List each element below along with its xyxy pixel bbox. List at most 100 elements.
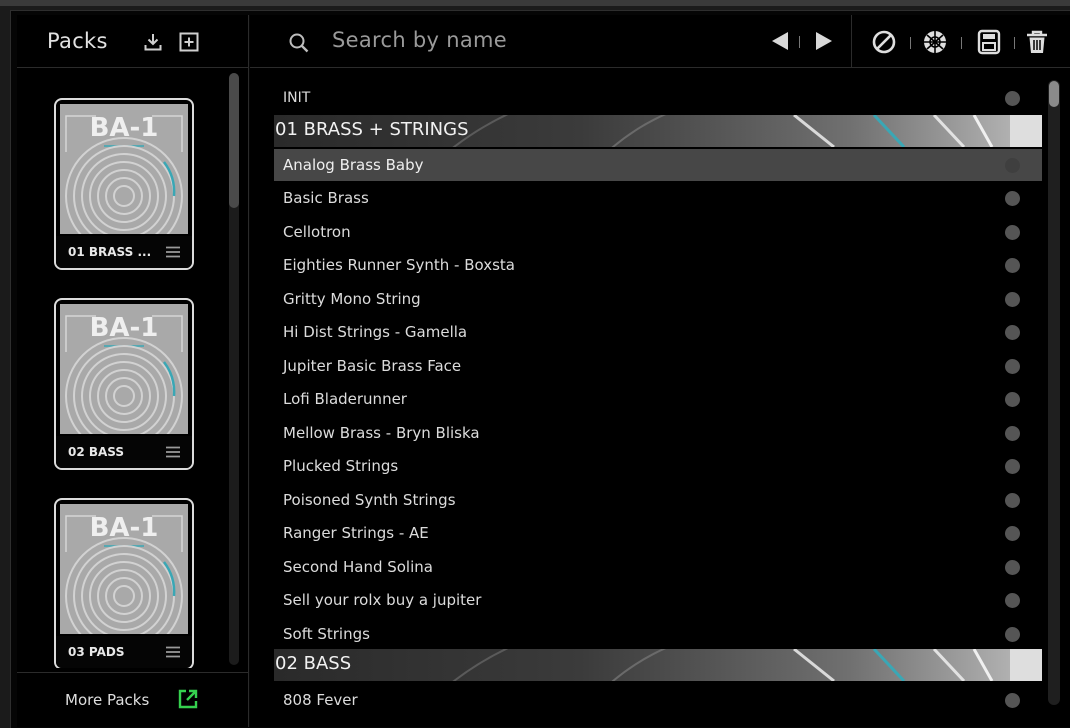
favorite-dot-icon[interactable] — [1005, 693, 1020, 708]
bank-name: 01 BRASS + STRINGS — [275, 119, 469, 140]
packs-header: Packs — [17, 15, 248, 68]
pack-footer: 03 PADS — [56, 636, 192, 668]
download-icon[interactable] — [142, 31, 164, 53]
pack-footer: 01 BRASS ... — [56, 236, 192, 268]
favorite-dot-icon[interactable] — [1005, 627, 1020, 642]
packs-title: Packs — [47, 29, 108, 53]
pack-name: 02 BASS — [68, 445, 125, 459]
preset-row[interactable]: Cellotron — [274, 216, 1042, 248]
preset-row[interactable]: Poisoned Synth Strings — [274, 484, 1042, 516]
preset-row[interactable]: Plucked Strings — [274, 450, 1042, 482]
prev-icon[interactable] — [769, 30, 791, 52]
preset-row[interactable]: Second Hand Solina — [274, 551, 1042, 583]
preset-name: Sell your rolx buy a jupiter — [283, 591, 482, 609]
favorite-dot-icon[interactable] — [1005, 225, 1020, 240]
preset-name: Analog Brass Baby — [283, 156, 424, 174]
toolbar-separator — [1014, 37, 1015, 49]
menu-icon[interactable] — [166, 646, 180, 658]
search-icon — [289, 33, 309, 53]
preset-name: Lofi Bladerunner — [283, 390, 407, 408]
preset-name: Gritty Mono String — [283, 290, 421, 308]
pack-card[interactable]: BA-1 02 BASS — [54, 298, 194, 470]
packs-footer: More Packs — [17, 672, 248, 728]
favorite-dot-icon[interactable] — [1005, 560, 1020, 575]
favorite-dot-icon[interactable] — [1005, 258, 1020, 273]
preset-name: Second Hand Solina — [283, 558, 433, 576]
window-top-strip — [0, 0, 1070, 6]
preset-name: Basic Brass — [283, 189, 369, 207]
preset-row[interactable]: Gritty Mono String — [274, 283, 1042, 315]
preset-row[interactable]: Ranger Strings - AE — [274, 517, 1042, 549]
next-icon[interactable] — [813, 30, 835, 52]
toolbar-separator — [799, 36, 800, 48]
menu-icon[interactable] — [166, 246, 180, 258]
bank-header[interactable]: 01 BRASS + STRINGS — [274, 115, 1042, 147]
toolbar-separator — [910, 37, 911, 49]
presets-scrollbar-thumb[interactable] — [1049, 81, 1059, 107]
favorite-dot-icon[interactable] — [1005, 91, 1020, 106]
favorite-dot-icon[interactable] — [1005, 459, 1020, 474]
favorite-dot-icon[interactable] — [1005, 158, 1020, 173]
preset-name: Soft Strings — [283, 625, 370, 643]
pack-artwork: BA-1 — [60, 104, 188, 234]
preset-row[interactable]: 808 Fever — [274, 684, 1042, 716]
pack-name: 03 PADS — [68, 645, 125, 659]
plus-box-icon[interactable] — [178, 31, 200, 53]
preset-row[interactable]: Basic Brass — [274, 182, 1042, 214]
bank-banner-art — [452, 649, 1042, 681]
pack-name: 01 BRASS ... — [68, 245, 152, 259]
favorite-dot-icon[interactable] — [1005, 426, 1020, 441]
bank-name: 02 BASS — [275, 653, 352, 674]
favorite-dot-icon[interactable] — [1005, 526, 1020, 541]
favorite-dot-icon[interactable] — [1005, 493, 1020, 508]
preset-name: Jupiter Basic Brass Face — [283, 357, 462, 375]
preset-row[interactable]: Lofi Bladerunner — [274, 383, 1042, 415]
preset-init[interactable]: INIT — [274, 82, 1042, 114]
preset-row[interactable]: Jupiter Basic Brass Face — [274, 350, 1042, 382]
pack-footer: 02 BASS — [56, 436, 192, 468]
preset-row[interactable]: Eighties Runner Synth - Boxsta — [274, 249, 1042, 281]
menu-icon[interactable] — [166, 446, 180, 458]
save-icon[interactable] — [976, 29, 1002, 55]
preset-name: Plucked Strings — [283, 457, 399, 475]
pack-card[interactable]: BA-1 01 BRASS ... — [54, 98, 194, 270]
favorite-dot-icon[interactable] — [1005, 392, 1020, 407]
pack-artwork: BA-1 — [60, 504, 188, 634]
packs-panel: Packs BA-1 01 BRASS ... BA-1 02 BASS BA-… — [17, 15, 249, 727]
preset-row[interactable]: Hi Dist Strings - Gamella — [274, 316, 1042, 348]
presets-toolbar — [250, 15, 1070, 68]
randomize-icon[interactable] — [922, 29, 948, 55]
search-input[interactable] — [332, 24, 732, 56]
favorite-dot-icon[interactable] — [1005, 359, 1020, 374]
packs-scrollbar-thumb[interactable] — [229, 73, 239, 208]
presets-panel: INIT 01 BRASS + STRINGS Analog Brass Bab… — [250, 15, 1070, 727]
presets-list: INIT 01 BRASS + STRINGS Analog Brass Bab… — [250, 68, 1070, 727]
preset-name: Cellotron — [283, 223, 351, 241]
clear-icon[interactable] — [871, 29, 897, 55]
packs-list: BA-1 01 BRASS ... BA-1 02 BASS BA-1 03 P… — [17, 68, 248, 668]
preset-name: INIT — [283, 90, 311, 106]
favorite-dot-icon[interactable] — [1005, 325, 1020, 340]
delete-icon[interactable] — [1024, 29, 1050, 55]
pack-artwork: BA-1 — [60, 304, 188, 434]
preset-name: 808 Fever — [283, 691, 358, 709]
preset-row[interactable]: Soft Strings — [274, 618, 1042, 650]
preset-name: Ranger Strings - AE — [283, 524, 429, 542]
more-packs-link[interactable]: More Packs — [65, 691, 149, 709]
preset-name: Hi Dist Strings - Gamella — [283, 323, 468, 341]
presets-scrollbar-track[interactable] — [1048, 80, 1060, 705]
toolbar-divider — [851, 15, 852, 67]
preset-row[interactable]: Sell your rolx buy a jupiter — [274, 584, 1042, 616]
preset-name: Mellow Brass - Bryn Bliska — [283, 424, 480, 442]
bank-header[interactable]: 02 BASS — [274, 649, 1042, 681]
preset-row[interactable]: Mellow Brass - Bryn Bliska — [274, 417, 1042, 449]
favorite-dot-icon[interactable] — [1005, 593, 1020, 608]
preset-row[interactable]: Analog Brass Baby — [274, 149, 1042, 181]
favorite-dot-icon[interactable] — [1005, 292, 1020, 307]
external-link-icon[interactable] — [177, 688, 199, 710]
preset-name: Eighties Runner Synth - Boxsta — [283, 256, 515, 274]
pack-card[interactable]: BA-1 03 PADS — [54, 498, 194, 668]
toolbar-separator — [961, 37, 962, 49]
favorite-dot-icon[interactable] — [1005, 191, 1020, 206]
preset-name: Poisoned Synth Strings — [283, 491, 456, 509]
